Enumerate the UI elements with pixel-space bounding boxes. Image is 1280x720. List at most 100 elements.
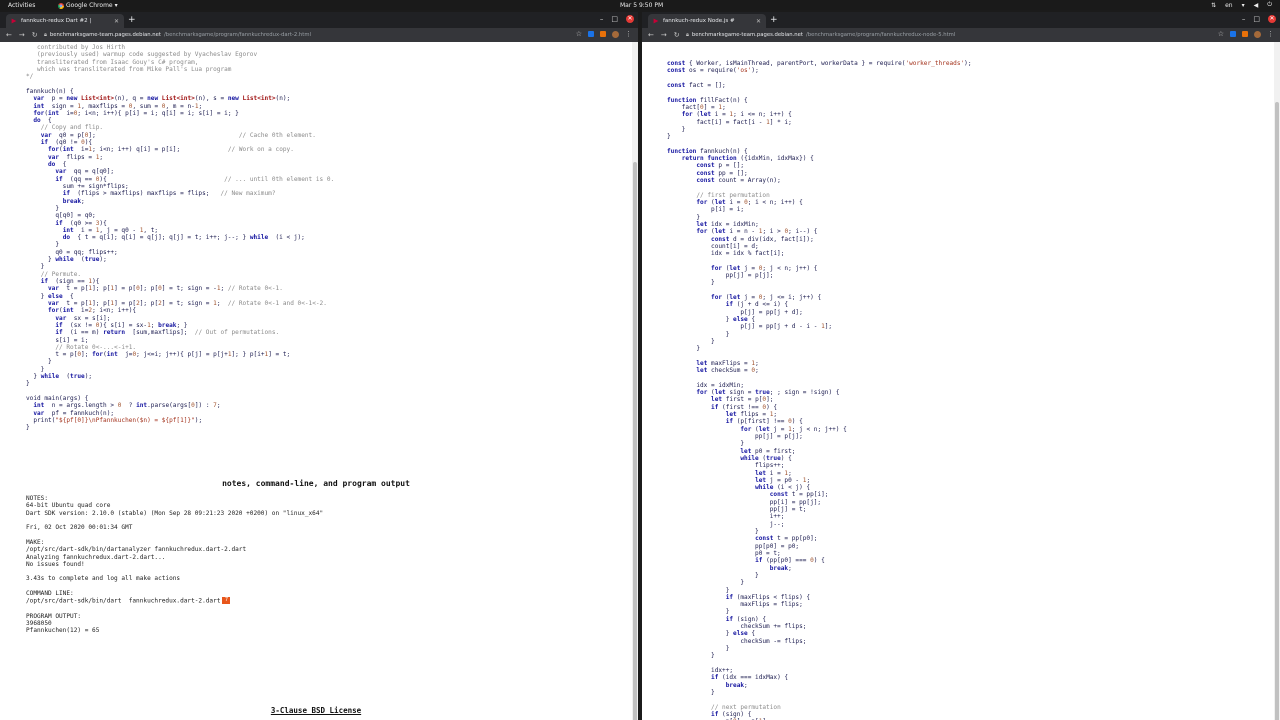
maximize-icon[interactable]: □: [611, 15, 618, 23]
scrollbar-thumb[interactable]: [1275, 102, 1279, 720]
tab-node[interactable]: fannkuch-redux Node.js # ✕: [648, 14, 766, 28]
code-line: var t = p[1]; p[1] = p[0]; p[0] = t; sig…: [48, 285, 283, 293]
code-line: }: [667, 688, 715, 696]
output-line: NOTES:: [26, 495, 49, 502]
close-icon[interactable]: ✕: [114, 18, 119, 25]
code-line: var qq = q[q0];: [55, 168, 115, 176]
output-line: PROGRAM OUTPUT:: [26, 612, 82, 620]
output-line: Dart SDK version: 2.10.0 (stable) (Mon S…: [26, 509, 324, 517]
license-link[interactable]: 3-Clause BSD License: [0, 706, 632, 715]
forward-icon[interactable]: →: [19, 31, 25, 39]
code-line: var pf = fannkuch(n);: [33, 409, 115, 417]
tab-dart[interactable]: fannkuch-redux Dart #2 | ✕: [6, 14, 124, 28]
code-line: }: [667, 345, 701, 353]
reload-icon[interactable]: ↻: [674, 31, 680, 39]
code-line: for(int i=1; i<n; i++) q[i] = p[i]; // W…: [48, 146, 294, 154]
address-bar[interactable]: 🔒︎ benchmarksgame-team.pages.debian.net /…: [44, 30, 311, 40]
code-line: let maxFlips = 1;: [696, 359, 759, 367]
code-line: function fannkuch(n) {: [667, 147, 748, 155]
code-line: const count = Array(n);: [696, 177, 781, 184]
code-line: const pp = [];: [696, 169, 748, 177]
tab-title: fannkuch-redux Node.js #: [663, 18, 735, 24]
code-line: fact[i] = fact[i - 1] * i;: [667, 118, 792, 126]
code-line: break;: [62, 197, 85, 205]
maximize-icon[interactable]: □: [1253, 15, 1260, 23]
code-line: }: [667, 337, 715, 345]
close-icon[interactable]: ✕: [756, 18, 761, 25]
code-line: if (p[first] !== 0) {: [725, 418, 803, 426]
new-tab-button[interactable]: +: [770, 15, 778, 25]
code-line: } else {: [667, 315, 756, 323]
code-line: for(int i=2; i<n; i++){: [48, 307, 137, 315]
code-line: if (pp[p0] === 0) {: [755, 557, 825, 565]
code-line: // first permutation: [696, 191, 770, 199]
code-line: const fact = [];: [667, 81, 726, 89]
code-line: }: [26, 380, 30, 388]
menu-icon[interactable]: ⋮: [625, 30, 632, 38]
code-line: }: [667, 652, 715, 660]
code-line: pp[j] = p[j];: [667, 432, 803, 440]
forward-icon[interactable]: →: [661, 31, 667, 39]
code-line: } else {: [667, 630, 756, 638]
code-line: q0 = qq; flips++;: [26, 248, 118, 256]
code-line: while (true) {: [740, 454, 792, 462]
scrollbar[interactable]: [632, 42, 638, 720]
code-line: int sign = 1, maxflips = 0, sum = 0, m =…: [33, 102, 203, 110]
close-window-button[interactable]: ✕: [626, 15, 634, 23]
clock[interactable]: Mar 5 9:50 PM: [620, 2, 663, 9]
code-line: contributed by Jos Hirth: [26, 44, 126, 51]
system-tray[interactable]: ⇅ en ▾ ◀ ⏻: [1211, 1, 1272, 9]
new-tab-button[interactable]: +: [128, 15, 136, 25]
back-icon[interactable]: ←: [648, 31, 654, 39]
code-line: for (let i = 0; i < n; i++) {: [696, 198, 803, 206]
badge[interactable]: 7: [222, 597, 231, 605]
extension-icon[interactable]: [1230, 31, 1236, 37]
code-line: int i = 1, j = q0 - 1, t;: [62, 226, 159, 234]
minimize-icon[interactable]: –: [1242, 15, 1246, 23]
star-icon[interactable]: ☆: [1218, 30, 1224, 38]
code-line: const d = div(idx, fact[i]);: [711, 235, 814, 243]
reload-icon[interactable]: ↻: [32, 31, 38, 39]
code-line: */: [26, 73, 34, 81]
extension-icon[interactable]: [588, 31, 594, 37]
code-line: var q0 = p[0]; // Cache 0th element.: [40, 131, 316, 139]
url-path: /benchmarksgame/program/fannkuchredux-da…: [163, 32, 311, 38]
code-line: }: [26, 358, 52, 366]
code-line: }: [26, 241, 60, 249]
code-line: }: [667, 528, 759, 535]
scrollbar-thumb[interactable]: [633, 162, 637, 720]
code-line: if (i == m) return [sum,maxflips]; // Ou…: [55, 329, 280, 337]
extension-icon[interactable]: [1242, 31, 1248, 37]
code-line: }: [667, 608, 730, 616]
code-line: var sx = s[i];: [55, 314, 111, 322]
code-line: }: [667, 133, 671, 141]
app-menu[interactable]: Google Chrome ▾: [58, 2, 118, 9]
minimize-icon[interactable]: –: [600, 15, 604, 23]
scrollbar[interactable]: [1274, 42, 1280, 720]
power-icon: ⏻: [1267, 1, 1272, 8]
back-icon[interactable]: ←: [6, 31, 12, 39]
activities-button[interactable]: Activities: [8, 2, 35, 9]
address-bar[interactable]: 🔒︎ benchmarksgame-team.pages.debian.net /…: [686, 30, 955, 40]
code-line: pp[j] = t;: [667, 506, 807, 514]
code-line: (previously used) warmup code suggested …: [26, 51, 258, 59]
language-indicator[interactable]: en: [1225, 2, 1233, 9]
code-line: }: [667, 571, 759, 579]
profile-icon[interactable]: [612, 30, 619, 38]
lock-icon: 🔒︎: [686, 31, 689, 38]
code-line: idx++;: [667, 666, 734, 674]
output-line: Pfannkuchen(12) = 65: [26, 627, 100, 635]
code-line: sum += sign*flips;: [26, 182, 129, 190]
output-line: /opt/src/dart-sdk/bin/dartanalyzer fannk…: [26, 546, 247, 554]
profile-icon[interactable]: [1254, 30, 1261, 38]
chrome-icon: [58, 2, 64, 9]
close-window-button[interactable]: ✕: [1268, 15, 1276, 23]
code-line: let i = 1;: [755, 469, 792, 477]
debian-favicon: [653, 18, 659, 24]
extension-icon[interactable]: [600, 31, 606, 37]
code-line: checkSum += flips;: [667, 623, 807, 631]
code-line: return function ({idxMin, idxMax}) {: [681, 155, 814, 163]
url-host: benchmarksgame-team.pages.debian.net: [49, 32, 161, 38]
menu-icon[interactable]: ⋮: [1267, 30, 1274, 38]
star-icon[interactable]: ☆: [576, 30, 582, 38]
